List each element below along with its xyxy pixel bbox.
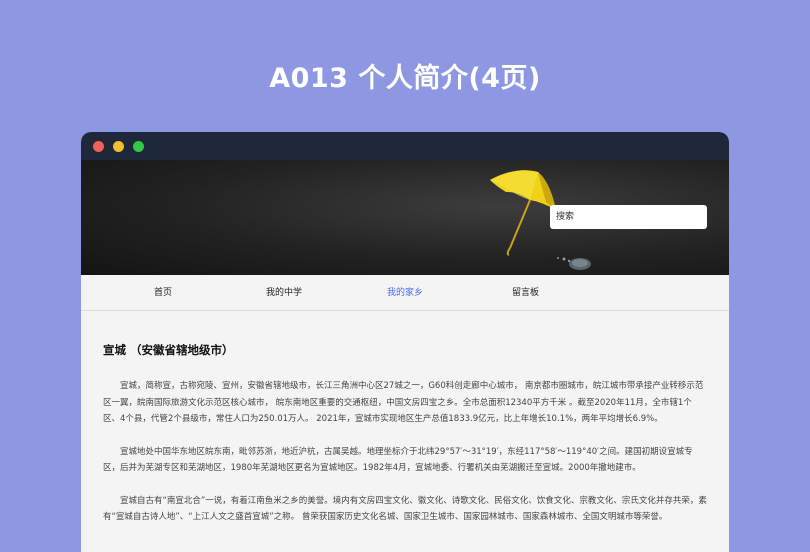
- article-title: 宣城 （安徽省辖地级市）: [103, 343, 234, 357]
- article-paragraph: 宣城地处中国华东地区皖东南，毗邻苏浙，地近沪杭，古属吴越。地理坐标介于北纬29°…: [103, 446, 693, 474]
- minimize-window-button[interactable]: [113, 140, 124, 152]
- browser-window: 首页 我的中学 我的家乡 留言板 宣城 （安徽省辖地级市） 宣城，简称宣，古称宛…: [81, 132, 729, 552]
- close-window-button[interactable]: [93, 140, 104, 152]
- search-input[interactable]: [550, 205, 707, 229]
- article-paragraph: 宣城自古有“南宣北合”一说，有着江南鱼米之乡的美誉。境内有文房四宝文化、徽文化、…: [103, 495, 707, 523]
- main-nav: 首页 我的中学 我的家乡 留言板: [81, 275, 729, 311]
- article-paragraph: 宣城，简称宣，古称宛陵、宣州，安徽省辖地级市，长江三角洲中心区27城之一，G60…: [103, 381, 704, 424]
- nav-item-home[interactable]: 首页: [154, 275, 172, 311]
- maximize-window-button[interactable]: [133, 140, 144, 152]
- window-titlebar: [81, 132, 729, 160]
- nav-item-my-hometown[interactable]: 我的家乡: [387, 275, 423, 311]
- page-title: A013 个人简介(4页): [269, 63, 541, 94]
- nav-item-my-middle-school[interactable]: 我的中学: [266, 275, 302, 311]
- article-content: 宣城 （安徽省辖地级市） 宣城，简称宣，古称宛陵、宣州，安徽省辖地级市，长江三角…: [81, 342, 729, 526]
- header-banner: [81, 160, 729, 275]
- nav-item-message-board[interactable]: 留言板: [512, 275, 539, 311]
